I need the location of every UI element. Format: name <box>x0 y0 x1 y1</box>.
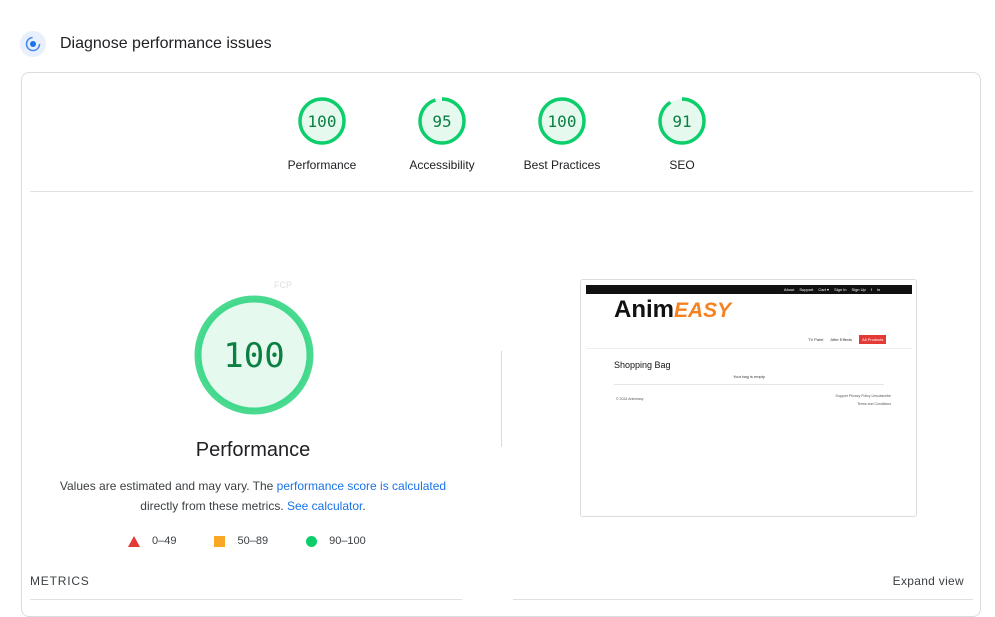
average-square-icon <box>214 535 226 547</box>
screenshot-nav: TV Paint After Effects All Products <box>808 335 887 344</box>
gauge-score: 100 <box>548 112 577 131</box>
see-calculator-link[interactable]: See calculator <box>287 499 362 513</box>
gauge-label: Accessibility <box>409 158 475 172</box>
gauge-score: 95 <box>432 112 451 131</box>
performance-main-gauge: 100 <box>192 293 316 417</box>
screenshot-heading: Shopping Bag <box>614 360 671 370</box>
gauges-divider <box>30 191 973 192</box>
screenshot-top-link: About <box>783 287 795 292</box>
screenshot-top-link: Sign Up <box>851 287 866 292</box>
screenshot-footer-links: Support Privacy Policy Unsubscribe Terms… <box>835 394 891 406</box>
screenshot-top-link: Cart ▾ <box>818 287 830 292</box>
gauge-accessibility[interactable]: 95 Accessibility <box>382 95 502 172</box>
screenshot-top-link: in <box>876 287 880 292</box>
gauge-score: 91 <box>672 112 691 131</box>
section-header: Diagnose performance issues <box>20 30 272 58</box>
screenshot-copyright: © 2024 Animeasy <box>616 397 644 401</box>
legend-item-pass: 90–100 <box>306 535 366 547</box>
screenshot-top-link: Support <box>799 287 814 292</box>
screenshot-top-link: Sign In <box>834 287 847 292</box>
legend-range-fail: 0–49 <box>152 535 177 547</box>
score-legend: 0–49 50–89 90–100 <box>128 535 404 547</box>
screenshot-logo: AnimEASY <box>614 296 732 323</box>
fail-triangle-icon <box>128 535 140 547</box>
legend-range-average: 50–89 <box>237 535 269 547</box>
gauge-performance[interactable]: 100 Performance <box>262 95 382 172</box>
lighthouse-icon <box>20 31 46 57</box>
gauge-label: Best Practices <box>523 158 601 172</box>
fcp-label: FCP <box>274 280 292 290</box>
gauge-score: 100 <box>308 112 337 131</box>
vertical-divider <box>501 351 502 447</box>
performance-title: Performance <box>195 439 311 461</box>
category-gauges: 100 Performance 95 Accessibility 100 Best Pra… <box>22 95 980 185</box>
screenshot-rule <box>586 348 912 349</box>
page-screenshot: About Support Cart ▾ Sign In Sign Up f in Anim… <box>580 279 917 517</box>
pass-circle-icon <box>306 535 318 547</box>
screenshot-footer-rule <box>614 384 884 385</box>
metrics-heading: METRICS <box>30 574 90 588</box>
section-title: Diagnose performance issues <box>60 35 272 52</box>
report-card: 100 Performance 95 Accessibility 100 Best Pra… <box>21 72 981 617</box>
gauge-best-practices[interactable]: 100 Best Practices <box>502 95 622 172</box>
gauge-label: Performance <box>287 158 357 172</box>
screenshot-nav-button: All Products <box>859 335 887 344</box>
desc-text-3: . <box>362 499 366 513</box>
screenshot-empty-text: Your bag is empty <box>733 374 765 379</box>
metrics-rule-right <box>513 599 973 600</box>
screenshot-top-link: f <box>870 287 872 292</box>
screenshot-nav-item: After Effects <box>830 337 853 342</box>
legend-range-pass: 90–100 <box>329 535 366 547</box>
gauge-seo[interactable]: 91 SEO <box>622 95 742 172</box>
legend-item-fail: 0–49 <box>128 535 176 547</box>
main-gauge-score: 100 <box>223 336 284 376</box>
screenshot-nav-item: TV Paint <box>808 337 824 342</box>
metrics-rule-left <box>30 599 462 600</box>
desc-text-1: Values are estimated and may vary. The <box>59 479 277 493</box>
legend-item-average: 50–89 <box>214 535 268 547</box>
screenshot-topbar: About Support Cart ▾ Sign In Sign Up f in <box>586 285 912 294</box>
performance-score-link[interactable]: performance score is calculated <box>277 479 446 493</box>
desc-text-2: directly from these metrics. <box>140 499 287 513</box>
performance-description: Values are estimated and may vary. The p… <box>52 476 454 516</box>
expand-view-button[interactable]: Expand view <box>893 574 964 588</box>
gauge-label: SEO <box>669 158 695 172</box>
